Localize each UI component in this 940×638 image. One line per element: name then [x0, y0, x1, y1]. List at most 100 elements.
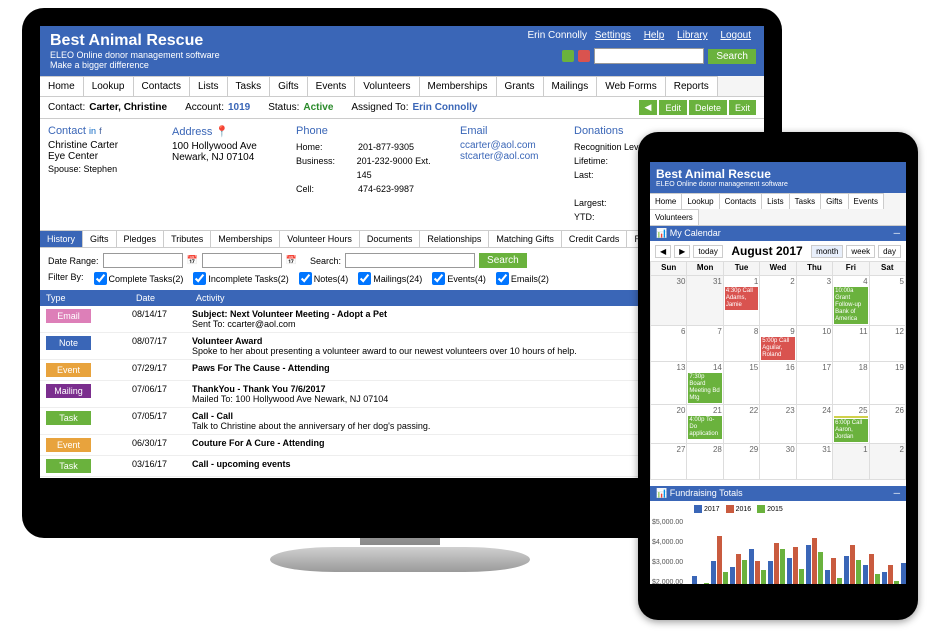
- calendar-cell[interactable]: 24: [796, 405, 832, 444]
- calendar-cell[interactable]: 11: [833, 326, 869, 362]
- date-to-input[interactable]: [202, 253, 282, 268]
- link-help[interactable]: Help: [644, 30, 665, 41]
- cal-icon[interactable]: 📅: [187, 255, 198, 266]
- calendar-cell[interactable]: 16: [760, 362, 796, 405]
- nav-home[interactable]: Home: [40, 76, 84, 96]
- calendar-event[interactable]: 4:00p To-Do application: [688, 416, 721, 439]
- calendar-cell[interactable]: 30: [760, 444, 796, 480]
- calendar-cell[interactable]: 18: [833, 362, 869, 405]
- calendar-cell[interactable]: 15: [723, 362, 759, 405]
- calendar-cell[interactable]: 6: [651, 326, 687, 362]
- cal-icon[interactable]: 📅: [286, 255, 297, 266]
- link-logout[interactable]: Logout: [720, 30, 751, 41]
- calendar-cell[interactable]: 31: [796, 444, 832, 480]
- tnav-home[interactable]: Home: [650, 193, 682, 209]
- link-settings[interactable]: Settings: [595, 30, 631, 41]
- filter-search-button[interactable]: Search: [479, 253, 527, 268]
- exit-button[interactable]: Exit: [729, 100, 756, 115]
- col-date[interactable]: Date: [130, 290, 190, 306]
- nav-volunteers[interactable]: Volunteers: [355, 76, 419, 96]
- calendar-cell[interactable]: 29: [723, 444, 759, 480]
- filter-checkbox[interactable]: Mailings(24): [358, 272, 422, 285]
- filter-checkbox[interactable]: Emails(2): [496, 272, 549, 285]
- calendar-cell[interactable]: 214:00p To-Do application: [687, 405, 723, 444]
- calendar-cell[interactable]: 28: [687, 444, 723, 480]
- facebook-icon[interactable]: f: [99, 126, 102, 136]
- calendar-event[interactable]: 7:30p Board Meeting Bd Mtg: [688, 373, 721, 403]
- nav-mailings[interactable]: Mailings: [544, 76, 598, 96]
- calendar-cell[interactable]: 8: [723, 326, 759, 362]
- calendar-cell[interactable]: 30: [651, 276, 687, 326]
- subtab-memberships[interactable]: Memberships: [211, 231, 280, 247]
- view-month[interactable]: month: [811, 245, 843, 258]
- calendar-cell[interactable]: 26: [869, 405, 905, 444]
- calendar-cell[interactable]: 5: [869, 276, 905, 326]
- calendar-cell[interactable]: 2: [760, 276, 796, 326]
- calendar-cell[interactable]: 3: [796, 276, 832, 326]
- nav-events[interactable]: Events: [308, 76, 356, 96]
- search-input[interactable]: [594, 48, 704, 64]
- cal-prev-button[interactable]: ◀: [655, 245, 671, 258]
- calendar-cell[interactable]: 17: [796, 362, 832, 405]
- subtab-tributes[interactable]: Tributes: [164, 231, 211, 247]
- nav-web-forms[interactable]: Web Forms: [597, 76, 666, 96]
- subtab-documents[interactable]: Documents: [360, 231, 421, 247]
- tnav-volunteers[interactable]: Volunteers: [650, 209, 699, 225]
- subtab-volunteer-hours[interactable]: Volunteer Hours: [280, 231, 360, 247]
- calendar-cell[interactable]: 1: [833, 444, 869, 480]
- filter-checkbox[interactable]: Complete Tasks(2): [94, 272, 184, 285]
- calendar-cell[interactable]: 256:00p Call Aaron, Jordan: [833, 405, 869, 444]
- calendar-cell[interactable]: 410:00a Grant Follow-up Bank of America: [833, 276, 869, 326]
- tnav-tasks[interactable]: Tasks: [790, 193, 821, 209]
- calendar-event[interactable]: 10:00a Grant Follow-up Bank of America: [834, 287, 867, 324]
- cal-today-button[interactable]: today: [693, 245, 723, 258]
- calendar-event[interactable]: 5:00p Call Aguilar, Roland: [761, 337, 794, 360]
- calendar-event[interactable]: 6:00p Call Aaron, Jordan: [834, 419, 867, 442]
- view-week[interactable]: week: [846, 245, 875, 258]
- nav-contacts[interactable]: Contacts: [134, 76, 190, 96]
- calendar-event[interactable]: 4:30p Call Adams, Jamie: [725, 287, 758, 310]
- calendar-cell[interactable]: 13: [651, 362, 687, 405]
- subtab-credit-cards[interactable]: Credit Cards: [562, 231, 628, 247]
- search-button[interactable]: Search: [708, 49, 756, 64]
- calendar-event[interactable]: [834, 416, 867, 418]
- edit-button[interactable]: Edit: [659, 100, 687, 115]
- calendar-cell[interactable]: 95:00p Call Aguilar, Roland: [760, 326, 796, 362]
- calendar-cell[interactable]: 14:30p Call Adams, Jamie: [723, 276, 759, 326]
- subtab-relationships[interactable]: Relationships: [420, 231, 489, 247]
- filter-checkbox[interactable]: Notes(4): [299, 272, 349, 285]
- filter-search-input[interactable]: [345, 253, 475, 268]
- filter-checkbox[interactable]: Events(4): [432, 272, 486, 285]
- col-type[interactable]: Type: [40, 290, 130, 306]
- linkedin-icon[interactable]: in: [89, 126, 96, 136]
- tnav-events[interactable]: Events: [849, 193, 884, 209]
- nav-lookup[interactable]: Lookup: [84, 76, 134, 96]
- nav-memberships[interactable]: Memberships: [420, 76, 497, 96]
- link-library[interactable]: Library: [677, 30, 708, 41]
- calendar-cell[interactable]: 27: [651, 444, 687, 480]
- map-pin-icon[interactable]: 📍: [215, 126, 229, 138]
- calendar-cell[interactable]: 20: [651, 405, 687, 444]
- calendar-cell[interactable]: 23: [760, 405, 796, 444]
- calendar-cell[interactable]: 10: [796, 326, 832, 362]
- calendar-cell[interactable]: 12: [869, 326, 905, 362]
- minimize-icon[interactable]: ─: [894, 488, 900, 499]
- date-from-input[interactable]: [103, 253, 183, 268]
- nav-lists[interactable]: Lists: [190, 76, 228, 96]
- tnav-gifts[interactable]: Gifts: [821, 193, 848, 209]
- calendar-cell[interactable]: 147:30p Board Meeting Bd Mtg: [687, 362, 723, 405]
- tnav-contacts[interactable]: Contacts: [720, 193, 763, 209]
- calendar-cell[interactable]: 31: [687, 276, 723, 326]
- calendar-cell[interactable]: 7: [687, 326, 723, 362]
- subtab-matching-gifts[interactable]: Matching Gifts: [489, 231, 562, 247]
- tnav-lists[interactable]: Lists: [762, 193, 789, 209]
- minimize-icon[interactable]: ─: [894, 228, 900, 239]
- filter-checkbox[interactable]: Incomplete Tasks(2): [193, 272, 288, 285]
- prev-button[interactable]: ◀: [639, 100, 658, 115]
- nav-gifts[interactable]: Gifts: [270, 76, 308, 96]
- subtab-pledges[interactable]: Pledges: [117, 231, 165, 247]
- subtab-gifts[interactable]: Gifts: [83, 231, 117, 247]
- nav-grants[interactable]: Grants: [497, 76, 544, 96]
- calendar-cell[interactable]: 2: [869, 444, 905, 480]
- calendar-cell[interactable]: 22: [723, 405, 759, 444]
